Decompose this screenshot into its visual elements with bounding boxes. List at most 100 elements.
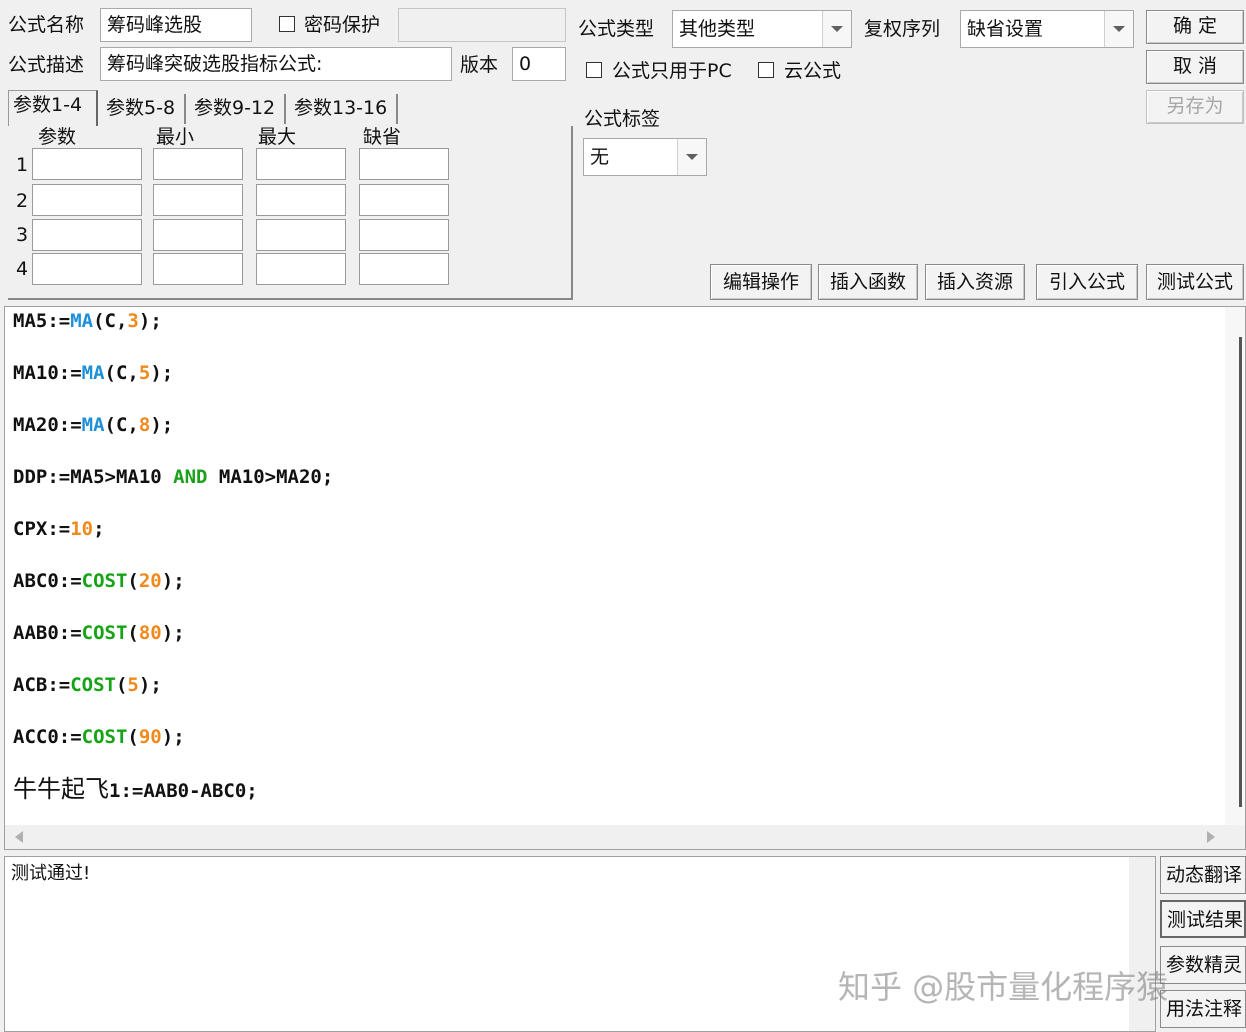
- code-token: (C,: [104, 414, 139, 436]
- code-token: );: [161, 726, 185, 748]
- param-name-input[interactable]: [32, 184, 142, 216]
- code-line[interactable]: MA10:=MA(C,5);: [13, 361, 173, 385]
- code-token: );: [138, 674, 162, 696]
- code-token: MA20:=: [13, 414, 82, 436]
- param-wizard-button[interactable]: 参数精灵: [1160, 946, 1246, 984]
- tab-params-9-12[interactable]: 参数9-12: [190, 94, 286, 124]
- param-default-input[interactable]: [359, 184, 449, 216]
- vertical-scrollbar[interactable]: [1225, 307, 1245, 825]
- param-max-input[interactable]: [256, 253, 346, 285]
- code-line[interactable]: ACB:=COST(5);: [13, 673, 162, 697]
- test-formula-button[interactable]: 测试公式: [1146, 264, 1244, 300]
- chevron-down-icon[interactable]: [822, 11, 851, 47]
- rights-select[interactable]: 缺省设置: [960, 10, 1134, 48]
- code-line[interactable]: DDP:=MA5>MA10 AND MA10>MA20;: [13, 465, 333, 489]
- chevron-down-icon[interactable]: [1104, 11, 1133, 47]
- horizontal-scrollbar[interactable]: [5, 825, 1245, 849]
- code-line[interactable]: ABC0:=COST(20);: [13, 569, 185, 593]
- version-input[interactable]: 0: [512, 47, 566, 81]
- test-result-button[interactable]: 测试结果: [1160, 900, 1246, 938]
- import-formula-button[interactable]: 引入公式: [1036, 264, 1138, 300]
- edit-ops-button[interactable]: 编辑操作: [710, 264, 812, 300]
- code-token: COST: [70, 674, 116, 696]
- code-line[interactable]: MA20:=MA(C,8);: [13, 413, 173, 437]
- insert-resource-button[interactable]: 插入资源: [925, 264, 1025, 300]
- params-panel: 参数 最小 最大 缺省 1 2 3 4: [8, 126, 573, 300]
- formula-name-input[interactable]: 筹码峰选股: [100, 8, 252, 42]
- tab-params-1-4[interactable]: 参数1-4: [8, 90, 98, 126]
- param-col-header: 参数: [38, 126, 77, 148]
- code-token: COST: [81, 622, 128, 644]
- param-row-number: 1: [16, 154, 29, 176]
- formula-name-label: 公式名称: [8, 14, 85, 36]
- password-input: [398, 8, 566, 42]
- chevron-down-icon[interactable]: [677, 139, 706, 175]
- formula-tag-label: 公式标签: [584, 108, 661, 130]
- ok-button[interactable]: 确 定: [1146, 10, 1244, 44]
- cancel-button[interactable]: 取 消: [1146, 50, 1244, 84]
- save-as-button[interactable]: 另存为: [1146, 90, 1244, 124]
- param-row-number: 4: [16, 258, 29, 280]
- insert-function-button[interactable]: 插入函数: [818, 264, 918, 300]
- param-default-input[interactable]: [359, 253, 449, 285]
- code-area[interactable]: MA5:=MA(C,3); MA10:=MA(C,5); MA20:=MA(C,8)…: [5, 307, 1225, 825]
- code-token: MA: [70, 310, 94, 332]
- code-line[interactable]: CPX:=10;: [13, 517, 105, 541]
- code-token: );: [138, 310, 162, 332]
- code-token: (: [127, 570, 139, 592]
- param-min-input[interactable]: [153, 148, 243, 180]
- param-max-input[interactable]: [256, 219, 346, 251]
- cloud-label: 云公式: [784, 60, 842, 82]
- code-line[interactable]: MA5:=MA(C,3);: [13, 309, 162, 333]
- scroll-left-icon[interactable]: [15, 831, 23, 843]
- code-editor[interactable]: MA5:=MA(C,3); MA10:=MA(C,5); MA20:=MA(C,8)…: [4, 306, 1246, 850]
- formula-type-value: 其他类型: [679, 18, 756, 40]
- param-min-input[interactable]: [153, 219, 243, 251]
- tab-params-5-8[interactable]: 参数5-8: [102, 94, 186, 124]
- code-line[interactable]: AAB0:=COST(80);: [13, 621, 185, 645]
- param-default-input[interactable]: [359, 219, 449, 251]
- code-token: MA: [81, 362, 105, 384]
- tab-params-13-16[interactable]: 参数13-16: [290, 94, 398, 124]
- rights-label: 复权序列: [864, 18, 941, 40]
- code-token: AAB0:=: [13, 622, 82, 644]
- param-max-input[interactable]: [256, 184, 346, 216]
- watermark: 知乎 @股市量化程序猿: [838, 968, 1169, 1006]
- param-default-input[interactable]: [359, 148, 449, 180]
- rights-value: 缺省设置: [967, 18, 1044, 40]
- code-token: 20: [138, 570, 162, 592]
- code-line[interactable]: 牛牛起飞1:=AAB0-ABC0;: [13, 777, 258, 803]
- param-name-input[interactable]: [32, 148, 142, 180]
- param-row-number: 2: [16, 190, 29, 212]
- usage-notes-button[interactable]: 用法注释: [1160, 990, 1246, 1028]
- code-token: (: [127, 622, 139, 644]
- param-name-input[interactable]: [32, 219, 142, 251]
- password-protect-checkbox[interactable]: [279, 16, 295, 32]
- code-token: COST: [81, 726, 128, 748]
- code-token: (C,: [104, 362, 139, 384]
- code-token: 5: [138, 362, 151, 384]
- code-token: ACB:=: [13, 674, 71, 696]
- param-row-number: 3: [16, 224, 29, 246]
- formula-tag-select[interactable]: 无: [583, 138, 707, 176]
- param-min-input[interactable]: [153, 253, 243, 285]
- dynamic-translate-button[interactable]: 动态翻译: [1160, 856, 1246, 894]
- cloud-checkbox[interactable]: [758, 62, 774, 78]
- code-token: CPX:=: [13, 518, 71, 540]
- code-line[interactable]: ACC0:=COST(90);: [13, 725, 185, 749]
- pc-only-label: 公式只用于PC: [612, 60, 732, 82]
- param-max-input[interactable]: [256, 148, 346, 180]
- code-token: ;: [93, 518, 105, 540]
- version-label: 版本: [460, 54, 499, 76]
- code-token: 3: [127, 310, 139, 332]
- formula-type-select[interactable]: 其他类型: [672, 10, 852, 48]
- param-name-input[interactable]: [32, 253, 142, 285]
- scrollbar-thumb[interactable]: [1239, 337, 1242, 807]
- formula-desc-input[interactable]: 筹码峰突破选股指标公式:: [100, 47, 452, 81]
- formula-type-label: 公式类型: [578, 18, 655, 40]
- param-min-input[interactable]: [153, 184, 243, 216]
- scroll-right-icon[interactable]: [1207, 831, 1215, 843]
- formula-desc-label: 公式描述: [8, 54, 85, 76]
- code-token: 90: [138, 726, 162, 748]
- pc-only-checkbox[interactable]: [586, 62, 602, 78]
